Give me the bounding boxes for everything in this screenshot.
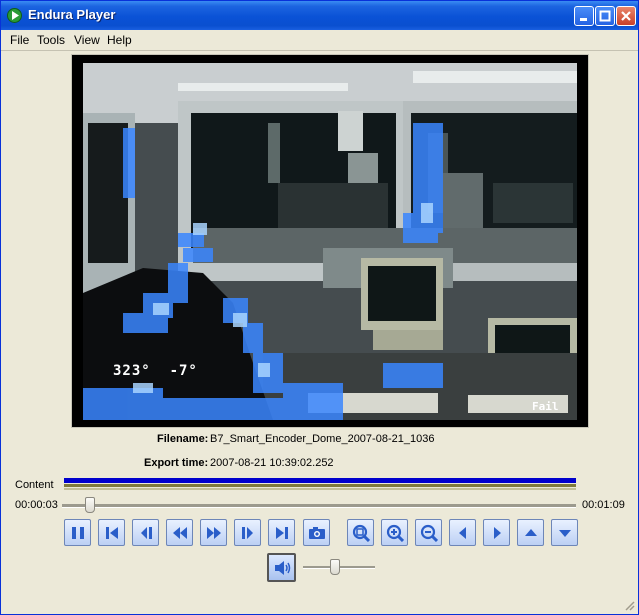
fast-forward-icon bbox=[206, 526, 221, 539]
zoom-out-icon bbox=[420, 524, 438, 542]
content-bar bbox=[64, 478, 576, 493]
go-to-end-button[interactable] bbox=[268, 519, 295, 546]
app-logo-icon bbox=[7, 8, 22, 23]
zoom-in-button[interactable] bbox=[381, 519, 408, 546]
arrow-up-icon bbox=[524, 528, 537, 536]
fast-forward-button[interactable] bbox=[200, 519, 227, 546]
osd-direction-readout: 323° -7° bbox=[113, 363, 198, 379]
menu-view[interactable]: View bbox=[74, 33, 100, 47]
maximize-icon bbox=[599, 10, 611, 22]
skip-start-icon bbox=[105, 526, 118, 539]
arrow-down-icon bbox=[558, 529, 571, 537]
zoom-out-button[interactable] bbox=[415, 519, 442, 546]
current-time: 00:00:03 bbox=[15, 499, 58, 511]
pan-right-button[interactable] bbox=[483, 519, 510, 546]
minimize-button[interactable] bbox=[574, 6, 594, 26]
menu-bar: File Tools View Help bbox=[1, 30, 638, 51]
pause-button[interactable] bbox=[64, 519, 91, 546]
menu-file[interactable]: File bbox=[10, 33, 29, 47]
title-bar[interactable]: Endura Player bbox=[1, 1, 638, 30]
maximize-button[interactable] bbox=[595, 6, 615, 26]
close-icon bbox=[621, 11, 631, 21]
step-forward-icon bbox=[241, 526, 253, 539]
filename-label: Filename: bbox=[157, 433, 209, 445]
step-back-icon bbox=[140, 526, 152, 539]
rewind-button[interactable] bbox=[166, 519, 193, 546]
content-label: Content bbox=[15, 479, 54, 491]
export-time-value: 2007-08-21 10:39:02.252 bbox=[210, 457, 334, 469]
minimize-icon bbox=[580, 18, 587, 21]
go-to-start-button[interactable] bbox=[98, 519, 125, 546]
timeline-slider-thumb[interactable] bbox=[85, 497, 96, 513]
snapshot-button[interactable] bbox=[303, 519, 330, 546]
step-forward-button[interactable] bbox=[234, 519, 261, 546]
pan-left-button[interactable] bbox=[449, 519, 476, 546]
osd-status-text: Fail bbox=[532, 400, 559, 413]
menu-tools[interactable]: Tools bbox=[37, 33, 65, 47]
export-time-label: Export time: bbox=[144, 457, 209, 469]
zoom-fit-icon bbox=[352, 524, 370, 542]
close-button[interactable] bbox=[616, 6, 636, 26]
arrow-right-icon bbox=[493, 526, 501, 539]
camera-icon bbox=[308, 526, 325, 539]
arrow-left-icon bbox=[458, 526, 466, 539]
skip-end-icon bbox=[275, 526, 288, 539]
step-back-button[interactable] bbox=[132, 519, 159, 546]
zoom-in-icon bbox=[386, 524, 404, 542]
zoom-fit-button[interactable] bbox=[347, 519, 374, 546]
mute-button[interactable] bbox=[267, 553, 296, 582]
window-title: Endura Player bbox=[28, 7, 116, 22]
filename-value: B7_Smart_Encoder_Dome_2007-08-21_1036 bbox=[210, 433, 435, 445]
speaker-icon bbox=[274, 560, 290, 575]
pan-up-button[interactable] bbox=[517, 519, 544, 546]
pause-icon bbox=[71, 526, 84, 539]
timeline-track[interactable] bbox=[62, 504, 576, 508]
total-time: 00:01:09 bbox=[582, 499, 625, 511]
rewind-icon bbox=[172, 526, 187, 539]
volume-slider-thumb[interactable] bbox=[330, 559, 341, 575]
player-window: Endura Player File Tools View Help 323° … bbox=[0, 0, 639, 615]
menu-help[interactable]: Help bbox=[107, 33, 132, 47]
pan-down-button[interactable] bbox=[551, 519, 578, 546]
video-view[interactable]: 323° -7° Fail bbox=[83, 63, 577, 420]
resize-grip-icon[interactable] bbox=[623, 599, 635, 611]
